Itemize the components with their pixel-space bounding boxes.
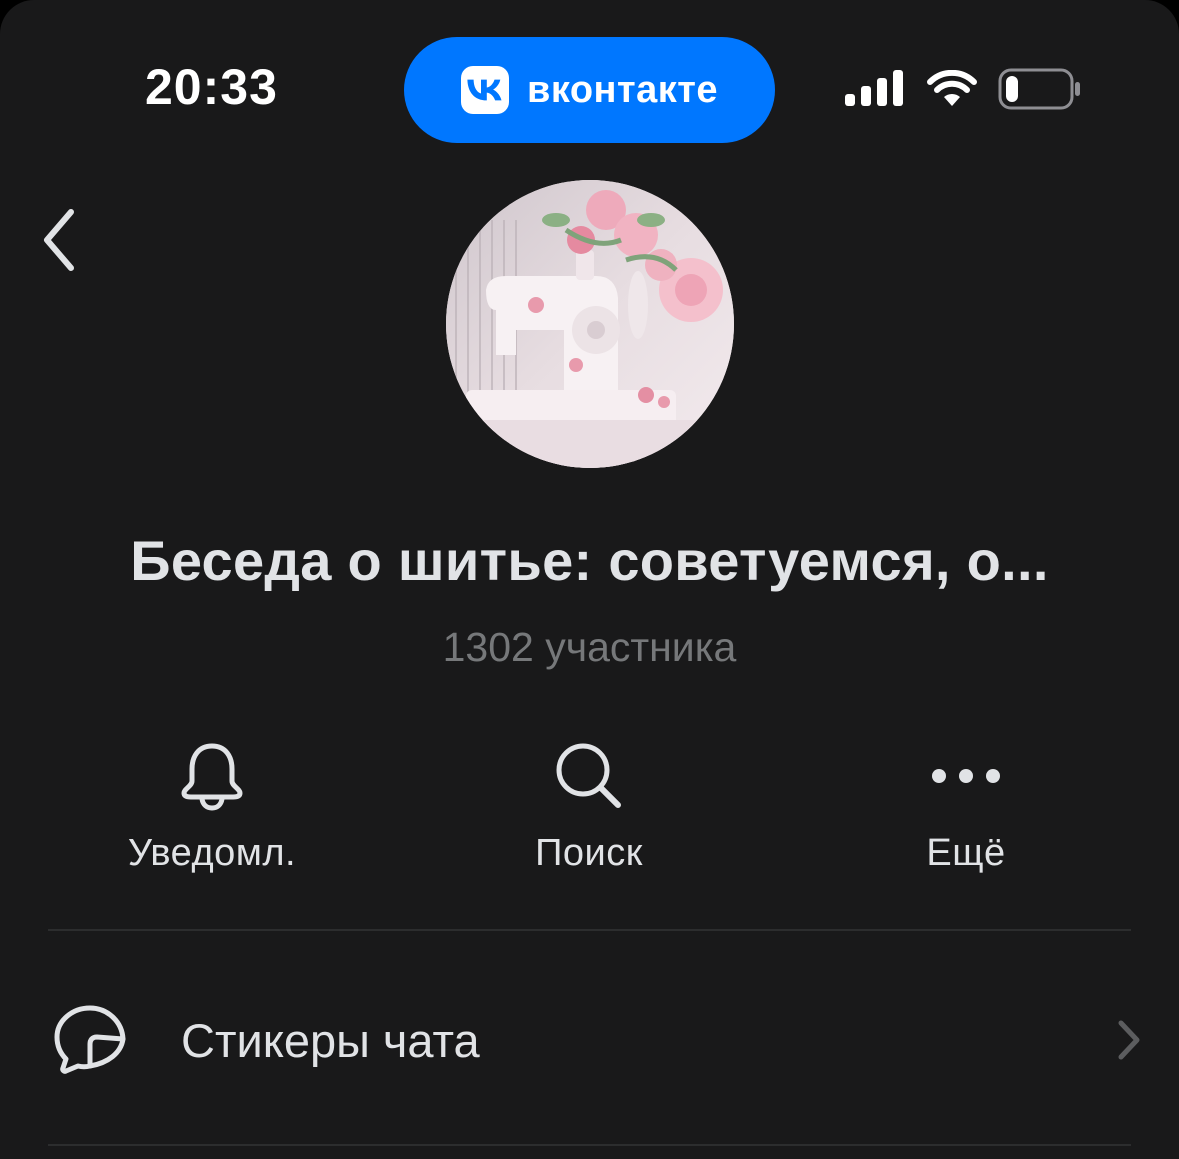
divider xyxy=(48,1144,1131,1146)
divider xyxy=(48,929,1131,931)
search-label: Поиск xyxy=(535,832,643,874)
search-button[interactable]: Поиск xyxy=(459,738,719,888)
island-app-label: вконтакте xyxy=(526,68,719,111)
search-icon xyxy=(556,743,621,808)
notifications-button[interactable]: Уведомл. xyxy=(82,738,342,888)
chat-avatar[interactable] xyxy=(446,180,734,468)
screen: 20:33 вконтакте Беседа о шитье: советуем… xyxy=(0,0,1179,1159)
more-horizontal-icon xyxy=(932,769,1000,783)
more-label: Ещё xyxy=(926,832,1006,874)
members-count[interactable]: 1302 участника xyxy=(0,624,1179,671)
chat-stickers-label: Стикеры чата xyxy=(181,1014,480,1067)
back-button[interactable] xyxy=(24,200,94,280)
chat-title: Беседа о шитье: советуемся, о... xyxy=(130,529,1049,592)
chat-stickers-row[interactable]: Стикеры чата xyxy=(0,975,1179,1105)
chevron-left-icon xyxy=(44,209,74,271)
vk-logo-icon xyxy=(460,66,509,114)
chevron-right-icon xyxy=(1118,1020,1140,1060)
sticker-icon xyxy=(54,1005,126,1074)
dynamic-island-vk-badge[interactable]: вконтакте xyxy=(404,37,775,143)
more-button[interactable]: Ещё xyxy=(836,738,1096,888)
cellular-signal-icon xyxy=(845,70,903,106)
wifi-icon xyxy=(927,70,977,106)
sewing-machine-image xyxy=(446,180,734,468)
notifications-label: Уведомл. xyxy=(127,832,297,874)
status-time: 20:33 xyxy=(145,59,278,115)
bell-icon xyxy=(181,743,243,811)
battery-icon xyxy=(998,68,1080,110)
